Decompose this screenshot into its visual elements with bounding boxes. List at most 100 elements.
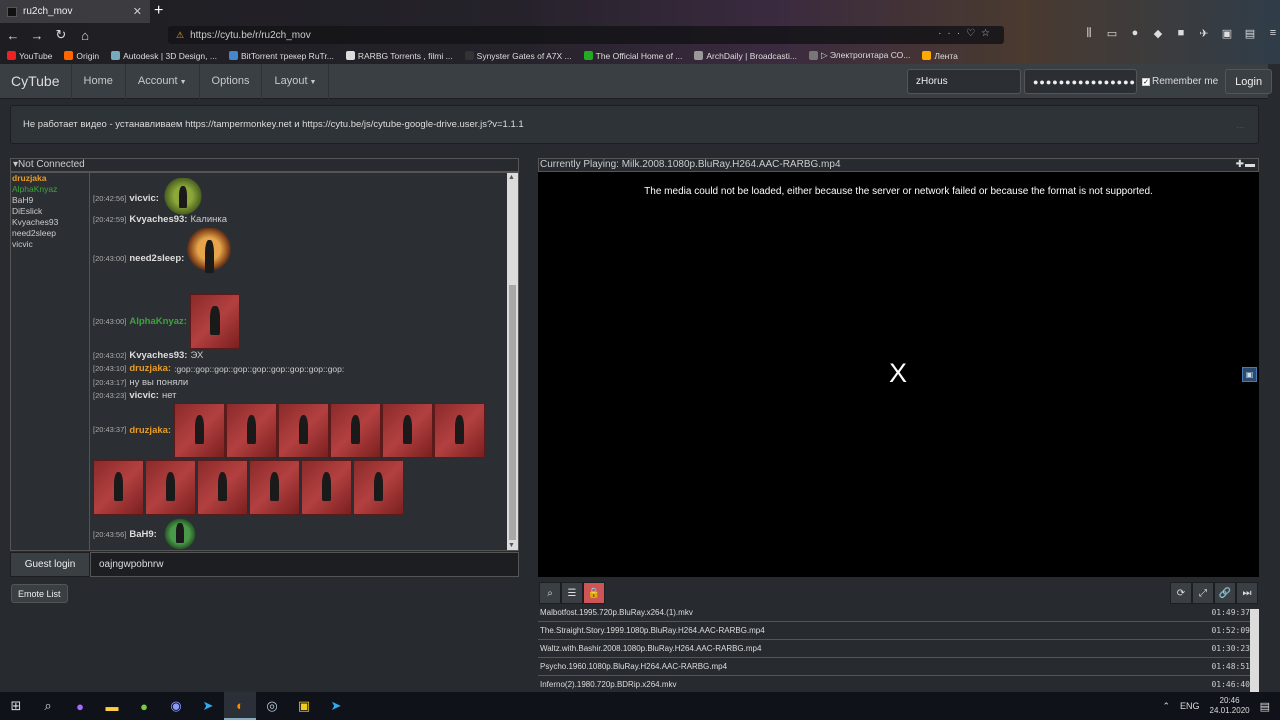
username: vicvic: [129,192,159,204]
bookmark-item[interactable]: Origin [64,51,99,61]
site-brand[interactable]: CyTube [0,63,72,99]
close-icon[interactable]: X [889,358,907,389]
playlist-item[interactable]: Malbotfost.1995.720p.BluRay.x264.(1).mkv… [538,609,1250,622]
telegram-alt-icon[interactable]: ➤ [320,692,352,720]
user-list-item[interactable]: druzjaka [12,173,89,184]
bookmark-item[interactable]: BitTorrent трекер RuTr... [228,50,334,61]
library-icon[interactable]: ⫼ [1082,27,1096,40]
bookmark-item[interactable]: Лента [922,51,958,61]
bookmark-item[interactable]: Autodesk | 3D Design, ... [111,51,217,61]
telegram-icon[interactable]: ➤ [192,692,224,720]
url-bar[interactable]: ⚠ https://cytu.be/r/ru2ch_mov ···♡☆ [168,26,1004,44]
fullscreen-icon[interactable]: ⤢ [1192,582,1214,604]
utorrent-icon[interactable]: ● [128,692,160,720]
account-icon[interactable]: ● [1128,27,1142,40]
playlist-item[interactable]: Psycho.1960.1080p.BluRay.H264.AAC-RARBG.… [538,658,1250,676]
bookmark-item[interactable]: Synyster Gates of A7X ... [464,51,572,61]
chat-input[interactable]: oajngwpobnrw [90,552,519,577]
language-indicator[interactable]: ENG [1180,701,1200,711]
tab-favicon-icon [7,6,17,17]
file-explorer-icon[interactable]: ▬ [96,692,128,720]
chat-header[interactable]: ▾Not Connected [10,158,519,172]
discord-icon[interactable]: ◉ [160,692,192,720]
timestamp: [20:42:56] [93,193,127,203]
skip-icon[interactable]: ⏭ [1236,582,1258,604]
login-form: zHorus ●●●●●●●●●●●●●●●● ✓ Remember me Log… [907,69,1273,94]
user-list-item[interactable]: need2sleep [12,228,89,239]
emote-list-button[interactable]: Emote List [11,584,68,603]
nav-options[interactable]: Options [200,63,263,99]
back-icon[interactable]: ← [2,28,24,43]
search-icon[interactable]: ⌕ [32,692,64,720]
username: druzjaka: [129,425,172,436]
video-player[interactable]: The media could not be loaded, either be… [538,172,1259,577]
nav-options-label: Options [211,74,250,87]
menu-icon[interactable]: ≡ [1266,27,1280,40]
remember-checkbox[interactable]: ✓ [1142,77,1150,86]
windows-start-icon[interactable]: ⊞ [0,692,32,720]
steam-icon[interactable]: ◎ [256,692,288,720]
bookmark-label: BitTorrent трекер RuTr... [240,50,334,61]
playlist-item[interactable]: Waltz.with.Bashir.2008.1080p.BluRay.H264… [538,640,1250,658]
search-icon[interactable]: ⌕ [539,582,561,604]
browser-tab[interactable]: ru2ch_mov ✕ [0,0,150,23]
playlist-item[interactable]: The.Straight.Story.1999.1080p.BluRay.H26… [538,622,1250,640]
lock-icon[interactable]: 🔒 [583,582,605,604]
pip-icon[interactable]: ▣ [1242,367,1257,382]
playlist-item-duration: 01:30:23 [1211,644,1250,653]
user-list-item[interactable]: vicvic [12,239,89,250]
bookmark-item[interactable]: ArchDaily | Broadcasti... [694,51,797,61]
adblock-icon[interactable]: ■ [1174,27,1188,40]
password-input[interactable]: ●●●●●●●●●●●●●●●● [1024,69,1137,94]
refresh-icon[interactable]: ⟳ [1170,582,1192,604]
user-list-item[interactable]: ВаН9 [12,195,89,206]
new-tab-icon[interactable]: + [154,2,163,20]
user-list-item[interactable]: AlphaKnyaz [12,184,89,195]
clock[interactable]: 20:46 24.01.2020 [1210,696,1250,716]
guest-login-button[interactable]: Guest login [10,552,90,577]
sidebar-icon[interactable]: ▭ [1105,27,1119,40]
tab-close-icon[interactable]: ✕ [133,5,142,18]
bookmark-item[interactable]: RARBG Torrents , filmi ... [345,51,453,61]
login-button[interactable]: Login [1225,69,1273,94]
reload-icon[interactable]: ↻ [50,27,72,43]
scroll-up-icon[interactable]: ▲ [508,174,515,181]
bookmark-favicon-icon [228,51,238,60]
bookmark-star-icon[interactable]: ···♡☆ [938,28,996,39]
home-icon[interactable]: ⌂ [74,28,96,43]
bookmark-item[interactable]: YouTube [7,51,52,61]
forward-icon[interactable]: → [26,28,48,43]
username-input[interactable]: zHorus [907,69,1021,94]
playlist-scrollbar[interactable] [1250,609,1259,692]
insecure-lock-icon[interactable]: ⚠ [176,30,184,41]
nav-layout[interactable]: Layout ▼ [262,63,330,99]
extension-note-icon[interactable]: ▤ [1243,27,1257,40]
extension-icon[interactable]: ◆ [1151,27,1165,40]
bookmark-item[interactable]: The Official Home of ... [583,51,682,61]
remember-me[interactable]: ✓ Remember me [1142,76,1218,87]
link-icon[interactable]: 🔗 [1214,582,1236,604]
motd-toggle[interactable]: ... [1236,120,1244,130]
app-yellow-icon[interactable]: ▣ [288,692,320,720]
clock-time: 20:46 [1219,696,1240,705]
chat-scrollbar[interactable]: ▲ ▼ [507,173,518,550]
playlist-item-duration: 01:48:51 [1211,662,1250,671]
playlist-item[interactable]: Inferno(2).1980.720p.BDRip.x264.mkv 01:46… [538,676,1250,692]
firefox-icon[interactable]: ◐ [224,692,256,720]
bookmark-item[interactable]: ▷ Электрогитара СО... [808,50,910,61]
nav-account[interactable]: Account ▼ [126,63,200,99]
list-icon[interactable]: ☰ [561,582,583,604]
playlist-item-duration: 01:49:37 [1211,609,1250,617]
notification-icon[interactable]: ▤ [1260,700,1270,713]
resize-plus-minus-icon[interactable]: ✚▬ [1236,159,1256,171]
extension-gray-icon[interactable]: ▣ [1220,27,1234,40]
user-list-item[interactable]: DiEslick [12,206,89,217]
gop-emote-icon [301,460,352,515]
app-purple-icon[interactable]: ● [64,692,96,720]
user-list-item[interactable]: Kvyaches93 [12,217,89,228]
extension-red-icon[interactable]: ✈ [1197,27,1211,40]
tray-chevron-up-icon[interactable]: ⌃ [1162,701,1170,712]
scroll-down-icon[interactable]: ▼ [508,542,515,549]
scroll-thumb[interactable] [509,285,516,540]
nav-home[interactable]: Home [72,63,126,99]
